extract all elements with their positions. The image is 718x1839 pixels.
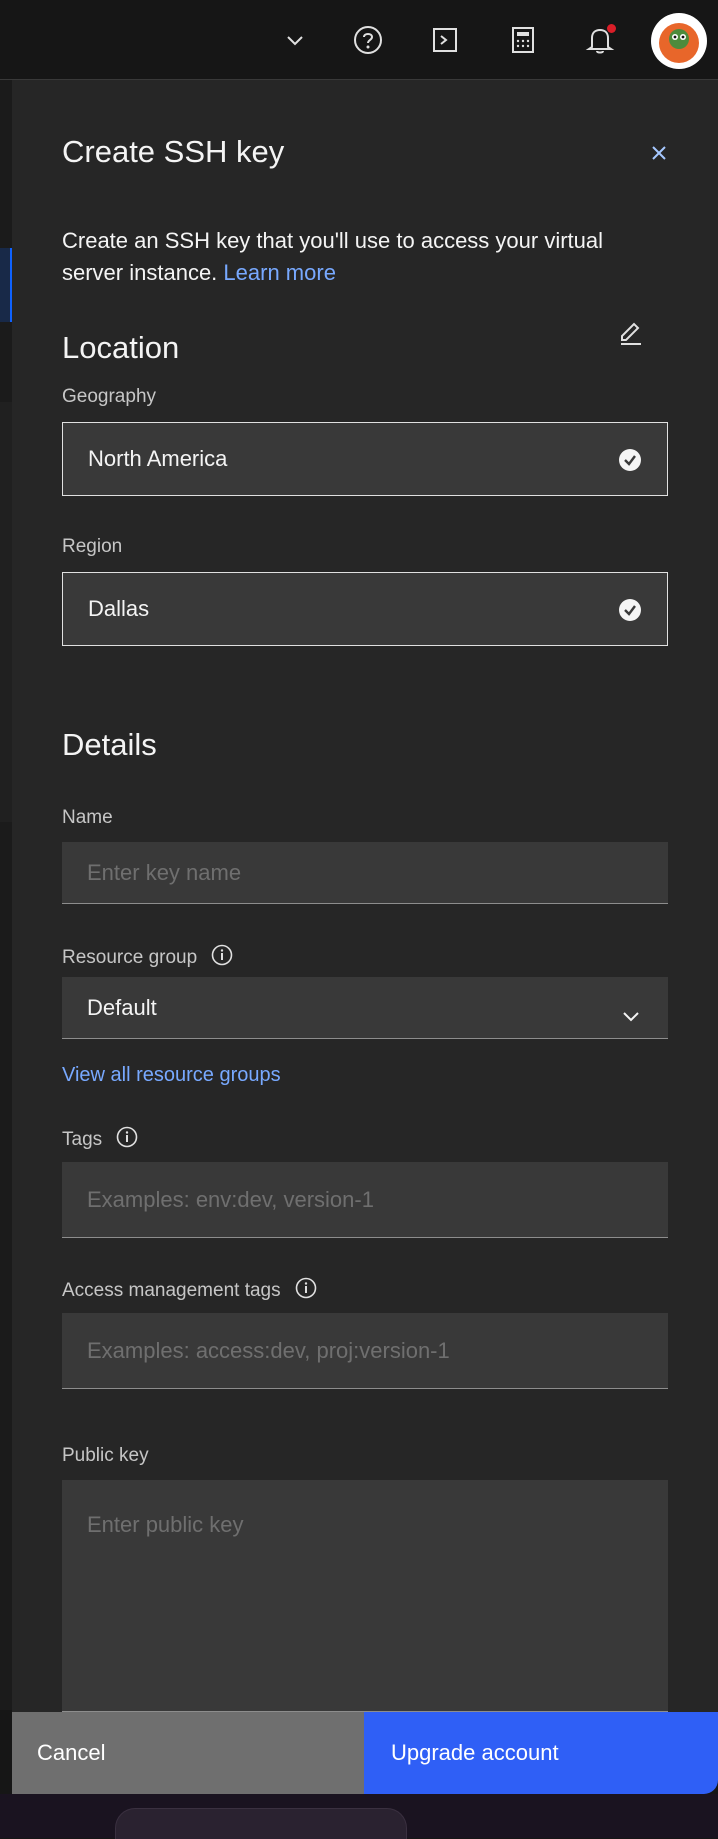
cloud-shell-icon[interactable] [425,20,465,60]
public-key-label-text: Public key [62,1445,149,1466]
access-tags-input[interactable]: Examples: access:dev, proj:version-1 [62,1313,668,1389]
public-key-placeholder: Enter public key [87,1512,244,1537]
top-header [0,0,718,80]
edit-icon[interactable] [618,320,644,346]
resource-group-value: Default [87,994,157,1020]
background-highlight [0,248,12,322]
name-label: Name [62,807,113,829]
checkmark-icon [618,598,642,622]
location-heading: Location [62,330,180,365]
region-field: Dallas [62,572,668,646]
panel-footer: Cancel Upgrade account [12,1712,718,1794]
region-label-text: Region [62,536,123,557]
public-key-textarea[interactable]: Enter public key [62,1480,668,1712]
access-tags-label-text: Access management tags [62,1280,281,1301]
resource-group-label-text: Resource group [62,947,198,968]
key-name-placeholder: Enter key name [87,859,242,885]
geography-value: North America [88,446,228,471]
panel-description: Create an SSH key that you'll use to acc… [62,225,642,289]
tags-label: Tags [62,1126,138,1154]
avatar[interactable] [651,13,707,69]
upgrade-account-button[interactable]: Upgrade account [364,1712,718,1794]
os-dock [0,1794,718,1839]
info-icon[interactable] [211,944,233,972]
view-resource-groups-link[interactable]: View all resource groups [62,1064,281,1087]
close-icon[interactable] [646,140,672,166]
chevron-down-icon [622,1003,640,1029]
tags-placeholder: Examples: env:dev, version-1 [87,1186,374,1212]
geography-label-text: Geography [62,386,157,407]
info-icon[interactable] [116,1126,138,1154]
access-tags-label: Access management tags [62,1277,317,1305]
details-heading: Details [62,727,157,762]
background-region [0,402,12,822]
cancel-button[interactable]: Cancel [12,1712,364,1794]
notification-icon[interactable] [580,20,620,60]
geography-field: North America [62,422,668,496]
resource-group-label: Resource group [62,944,233,972]
chevron-down-icon[interactable] [275,20,315,60]
tags-input[interactable]: Examples: env:dev, version-1 [62,1162,668,1238]
info-icon[interactable] [295,1277,317,1305]
create-ssh-key-panel: Create SSH key Create an SSH key that yo… [12,80,718,1712]
geography-label: Geography [62,386,156,408]
region-value: Dallas [88,596,150,621]
dock-tab [115,1808,407,1839]
checkmark-icon [618,448,642,472]
access-tags-placeholder: Examples: access:dev, proj:version-1 [87,1337,450,1363]
learn-more-link[interactable]: Learn more [223,260,336,285]
public-key-label: Public key [62,1445,149,1467]
resource-group-select[interactable]: Default [62,977,668,1039]
notification-badge [607,24,616,33]
cost-estimator-icon[interactable] [503,20,543,60]
key-name-input[interactable]: Enter key name [62,842,668,904]
panel-title: Create SSH key [62,134,285,169]
region-label: Region [62,536,122,558]
help-icon[interactable] [348,20,388,60]
background-page [0,80,12,1710]
tags-label-text: Tags [62,1129,103,1150]
name-label-text: Name [62,807,113,828]
